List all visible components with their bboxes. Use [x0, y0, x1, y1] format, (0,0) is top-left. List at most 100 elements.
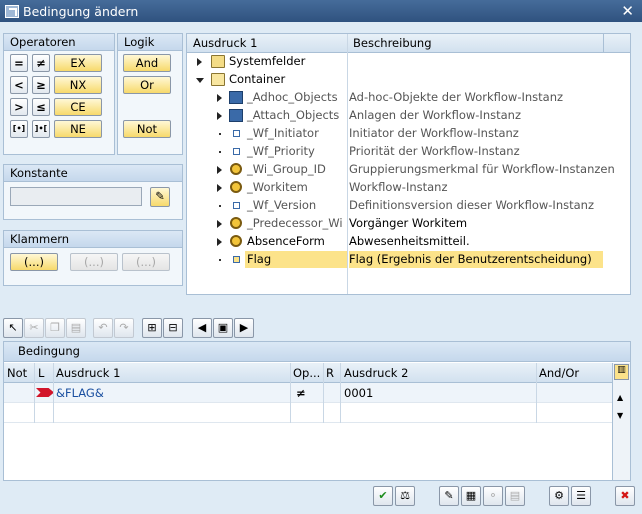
expand-icon[interactable]: [217, 166, 222, 174]
move-bracket-button[interactable]: (...): [122, 253, 170, 271]
scroll-down-icon[interactable]: ▼: [617, 411, 623, 420]
cell-expression-1[interactable]: &FLAG&: [56, 386, 104, 400]
not-contains-button[interactable]: NE: [54, 120, 102, 138]
tree-row-wf-version[interactable]: _Wf_Version Definitionsversion dieser Wo…: [187, 197, 630, 215]
tree-row-systemfelder[interactable]: Systemfelder: [187, 53, 630, 71]
multiline-icon: [229, 109, 243, 122]
tree-row-label: Flag: [245, 251, 347, 268]
and-button[interactable]: And: [123, 54, 171, 72]
operators-panel: Operatoren = ≠ EX < ≥ NX > ≤ CE [•] ]•[ …: [3, 33, 115, 155]
tree-row-label: _Wi_Group_ID: [247, 162, 326, 176]
confirm-check-icon[interactable]: ✔: [373, 486, 393, 506]
expand-icon[interactable]: [217, 112, 222, 120]
object-icon: [230, 217, 242, 229]
greater-equal-button[interactable]: ≥: [32, 76, 50, 94]
tree-row-wf-priority[interactable]: _Wf_Priority Priorität der Workflow-Inst…: [187, 143, 630, 161]
greater-than-button[interactable]: >: [10, 98, 28, 116]
test-icon[interactable]: ⚙: [549, 486, 569, 506]
tree-row-description: Gruppierungsmerkmal für Workflow-Instanz…: [349, 162, 615, 176]
less-equal-button[interactable]: ≤: [32, 98, 50, 116]
object-icon: [230, 235, 242, 247]
tree-row-workitem[interactable]: _Workitem Workflow-Instanz: [187, 179, 630, 197]
open-bracket-button[interactable]: (...): [10, 253, 58, 271]
binding-icon[interactable]: ⚬: [483, 486, 503, 506]
leaf-dot-icon: [219, 151, 221, 153]
info-icon[interactable]: ☰: [571, 486, 591, 506]
expand-icon[interactable]: [217, 238, 222, 246]
tree-row-attach-objects[interactable]: _Attach_Objects Anlagen der Workflow-Ins…: [187, 107, 630, 125]
contains-button[interactable]: CE: [54, 98, 102, 116]
pencil-icon[interactable]: ✎: [150, 187, 170, 207]
expand-icon[interactable]: [217, 94, 222, 102]
save-position-icon[interactable]: ▣: [213, 318, 233, 338]
insert-row-icon[interactable]: ⊞: [142, 318, 162, 338]
expression-icon[interactable]: ▦: [461, 486, 481, 506]
exists-button[interactable]: EX: [54, 54, 102, 72]
delete-row-icon[interactable]: ⊟: [163, 318, 183, 338]
col-expression-1: Ausdruck 1: [56, 366, 121, 380]
constant-header: Konstante: [4, 165, 182, 182]
redo-icon[interactable]: ↷: [114, 318, 134, 338]
in-range-button[interactable]: [•]: [10, 120, 28, 138]
scroll-up-icon[interactable]: ▲: [617, 393, 623, 402]
brackets-panel: Klammern (...) (...) (...): [3, 230, 183, 286]
field-icon: [233, 130, 240, 137]
col-not: Not: [7, 366, 28, 380]
column-settings-icon[interactable]: ▥: [614, 364, 629, 380]
tree-header-divider: [603, 34, 604, 53]
docs-icon[interactable]: ▤: [505, 486, 525, 506]
paste-icon[interactable]: ▤: [66, 318, 86, 338]
tree-row-description: Workflow-Instanz: [349, 180, 448, 194]
cell-operator[interactable]: ≠: [296, 386, 306, 400]
previous-icon[interactable]: ◀: [192, 318, 212, 338]
row-marker-icon: [36, 388, 54, 397]
remove-bracket-button[interactable]: (...): [70, 253, 118, 271]
or-button[interactable]: Or: [123, 76, 171, 94]
check-syntax-icon[interactable]: ⚖: [395, 486, 415, 506]
title-bar: Bedingung ändern ✕: [0, 0, 642, 22]
tree-row-flag[interactable]: Flag Flag (Ergebnis der Benutzerentschei…: [187, 251, 630, 269]
next-icon[interactable]: ▶: [234, 318, 254, 338]
expand-icon[interactable]: [217, 184, 222, 192]
cell-expression-2[interactable]: 0001: [344, 386, 373, 400]
tree-col-description: Beschreibung: [353, 36, 432, 50]
grid-divider: [290, 363, 291, 423]
tree-row-adhoc-objects[interactable]: _Adhoc_Objects Ad-hoc-Objekte der Workfl…: [187, 89, 630, 107]
copy-icon[interactable]: ❐: [45, 318, 65, 338]
edit-icon[interactable]: ✎: [439, 486, 459, 506]
close-icon[interactable]: ✕: [621, 2, 634, 20]
tree-row-label: Container: [229, 72, 286, 86]
table-row[interactable]: [4, 403, 612, 423]
tree-row-wf-initiator[interactable]: _Wf_Initiator Initiator der Workflow-Ins…: [187, 125, 630, 143]
undo-icon[interactable]: ↶: [93, 318, 113, 338]
collapse-icon[interactable]: [196, 78, 204, 83]
constant-input[interactable]: [10, 187, 142, 206]
tree-row-absenceform[interactable]: AbsenceForm Abwesenheitsmitteil.: [187, 233, 630, 251]
table-row[interactable]: &FLAG& ≠ 0001: [4, 383, 612, 403]
cut-icon[interactable]: ✂: [24, 318, 44, 338]
grid-scrollbar[interactable]: ▥ ▲ ▼: [612, 363, 630, 480]
tree-col-expression: Ausdruck 1: [193, 36, 258, 50]
not-in-range-button[interactable]: ]•[: [32, 120, 50, 138]
not-equals-button[interactable]: ≠: [32, 54, 50, 72]
tree-row-label: AbsenceForm: [247, 234, 325, 248]
cancel-icon[interactable]: ✖: [615, 486, 635, 506]
expand-icon[interactable]: [197, 58, 202, 66]
tree-row-label: _Attach_Objects: [247, 108, 340, 122]
select-cursor-icon[interactable]: ↖: [3, 318, 23, 338]
expand-icon[interactable]: [217, 220, 222, 228]
tree-row-wi-group-id[interactable]: _Wi_Group_ID Gruppierungsmerkmal für Wor…: [187, 161, 630, 179]
field-icon: [233, 256, 240, 263]
tree-row-description: Priorität der Workflow-Instanz: [349, 144, 520, 158]
constant-panel: Konstante ✎: [3, 164, 183, 220]
leaf-dot-icon: [219, 259, 221, 261]
equals-button[interactable]: =: [10, 54, 28, 72]
col-expression-2: Ausdruck 2: [344, 366, 409, 380]
multiline-icon: [229, 91, 243, 104]
tree-row-predecessor-wi[interactable]: _Predecessor_Wi Vorgänger Workitem: [187, 215, 630, 233]
not-button[interactable]: Not: [123, 120, 171, 138]
not-exists-button[interactable]: NX: [54, 76, 102, 94]
tree-row-label: _Predecessor_Wi: [247, 216, 343, 230]
less-than-button[interactable]: <: [10, 76, 28, 94]
tree-row-container[interactable]: Container: [187, 71, 630, 89]
